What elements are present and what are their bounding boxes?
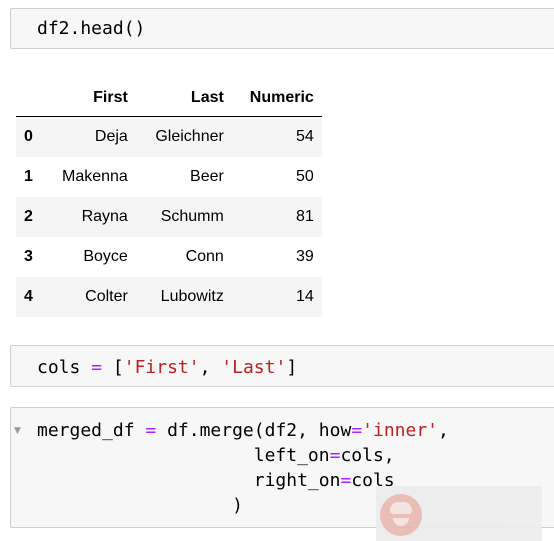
avatar-icon	[380, 494, 422, 536]
cell-first: Makenna	[62, 168, 128, 185]
cell-numeric: 14	[296, 288, 314, 305]
assign-operator: =	[145, 420, 157, 441]
table-row: 3 Boyce Conn 39	[16, 237, 322, 277]
cell-numeric: 54	[296, 128, 314, 145]
row-index: 3	[24, 248, 33, 265]
code-line[interactable]: df2.head()	[37, 16, 145, 41]
column-header-numeric: Numeric	[231, 80, 322, 117]
index-header	[16, 80, 54, 117]
table-header-row: First Last Numeric	[16, 80, 322, 117]
row-index: 0	[24, 128, 33, 145]
assign-operator: =	[329, 445, 341, 466]
code-text: right_on	[253, 470, 341, 491]
assign-operator: =	[340, 470, 352, 491]
row-index: 2	[24, 208, 33, 225]
cell-last: Lubowitz	[160, 288, 224, 305]
table-row: 1 Makenna Beer 50	[16, 157, 322, 197]
code-line[interactable]: cols = ['First', 'Last']	[37, 355, 297, 380]
row-index: 4	[24, 288, 33, 305]
assign-operator: =	[351, 420, 363, 441]
cell-last: Schumm	[160, 208, 224, 225]
assign-operator: =	[91, 357, 103, 378]
table-row: 4 Colter Lubowitz 14	[16, 277, 322, 317]
code-text: cols,	[340, 445, 395, 466]
cell-first: Colter	[85, 288, 128, 305]
cell-first: Rayna	[81, 208, 128, 225]
column-header-last: Last	[135, 80, 232, 117]
list-close: ]	[286, 357, 298, 378]
cell-last: Gleichner	[155, 128, 224, 145]
cell-numeric: 81	[296, 208, 314, 225]
cell-last: Conn	[185, 248, 224, 265]
string-literal: 'inner'	[362, 420, 439, 441]
watermark-overlay	[376, 486, 542, 541]
close-paren: )	[232, 495, 243, 516]
triangle-down-icon[interactable]: ▼	[14, 426, 21, 436]
table-row: 0 Deja Gleichner 54	[16, 116, 322, 157]
string-literal: 'Last'	[221, 357, 287, 378]
cell-first: Deja	[94, 128, 128, 145]
column-header-first: First	[54, 80, 136, 117]
separator: ,	[199, 357, 222, 378]
dataframe-output-table: First Last Numeric 0 Deja Gleichner 54 1…	[16, 80, 322, 317]
list-open: [	[112, 357, 124, 378]
code-text: df.merge(df2, how	[167, 420, 352, 441]
code-text: ,	[438, 420, 449, 441]
variable-name: merged_df	[37, 420, 135, 441]
variable-name: cols	[37, 357, 81, 378]
table-row: 2 Rayna Schumm 81	[16, 197, 322, 237]
string-literal: 'First'	[123, 357, 200, 378]
row-index: 1	[24, 168, 33, 185]
code-text: left_on	[253, 445, 330, 466]
cell-numeric: 50	[296, 168, 314, 185]
cell-numeric: 39	[296, 248, 314, 265]
cell-last: Beer	[190, 168, 224, 185]
code-cell-cols[interactable]: cols = ['First', 'Last']	[10, 345, 554, 387]
code-cell-head[interactable]: df2.head()	[10, 8, 554, 49]
cell-first: Boyce	[83, 248, 128, 265]
